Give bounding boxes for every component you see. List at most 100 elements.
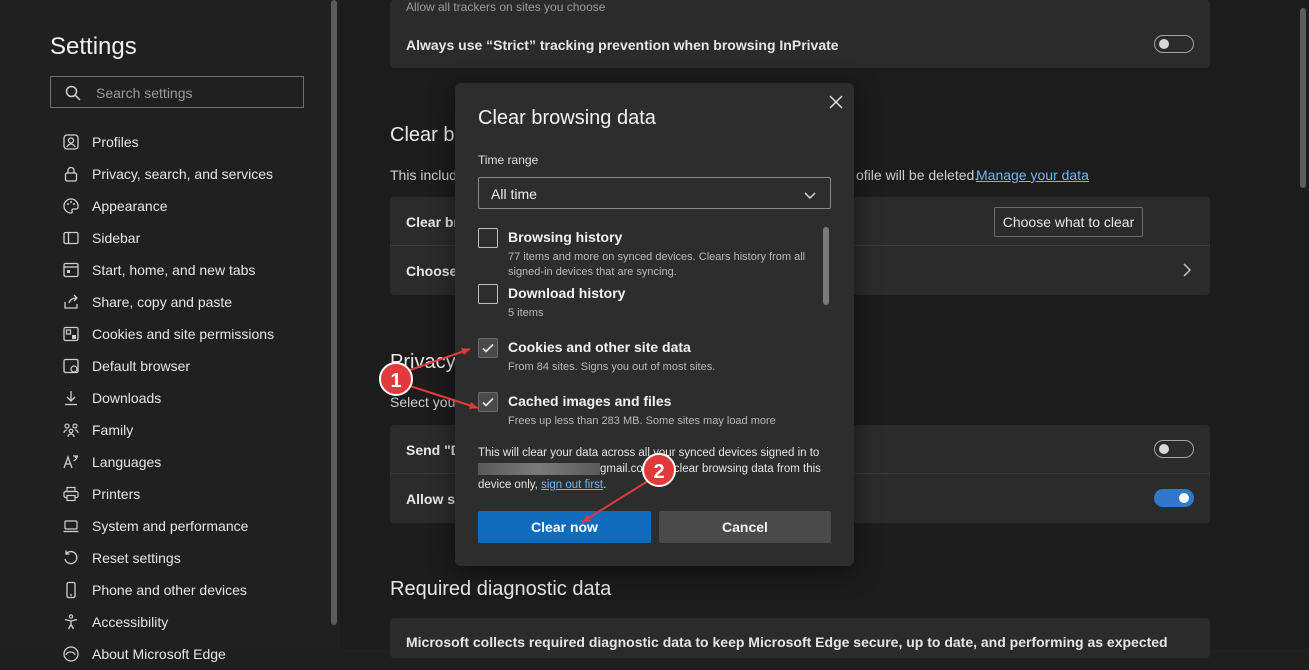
clear-now-row-label: Clear br	[406, 214, 459, 230]
sidebar-item-about[interactable]: About Microsoft Edge	[62, 638, 332, 670]
sidebar-item-default-browser[interactable]: Default browser	[62, 350, 332, 382]
sign-out-first-link[interactable]: sign out first	[541, 479, 603, 491]
sidebar-item-start-home[interactable]: Start, home, and new tabs	[62, 254, 332, 286]
search-icon	[65, 85, 81, 101]
sidebar-item-phone[interactable]: Phone and other devices	[62, 574, 332, 606]
option-desc: Frees up less than 283 MB. Some sites ma…	[508, 415, 776, 427]
choose-what-to-clear-button[interactable]: Choose what to clear	[994, 207, 1143, 237]
chevron-right-icon[interactable]	[1182, 263, 1192, 277]
option-title: Download history	[508, 285, 626, 301]
sidebar-item-label: Downloads	[92, 390, 162, 406]
clear-browsing-data-dialog: Clear browsing data Time range All time …	[455, 83, 854, 566]
sidebar-item-share[interactable]: Share, copy and paste	[62, 286, 332, 318]
browsing-history-checkbox[interactable]	[478, 228, 498, 248]
clear-now-button[interactable]: Clear now	[478, 511, 651, 543]
search-placeholder: Search settings	[96, 85, 193, 101]
inprivate-strict-label: Always use “Strict” tracking prevention …	[406, 37, 839, 53]
tracking-card: Allow all trackers on sites you choose A…	[390, 0, 1210, 68]
sidebar-item-label: Share, copy and paste	[92, 294, 233, 310]
sidebar-item-languages[interactable]: Languages	[62, 446, 332, 478]
sidebar-item-label: About Microsoft Edge	[92, 646, 226, 662]
manage-data-link[interactable]: Manage your data	[976, 167, 1089, 183]
sidebar-item-label: Phone and other devices	[92, 582, 247, 598]
printer-icon	[62, 485, 80, 503]
clear-on-close-row-label: Choose	[406, 263, 458, 279]
download-history-checkbox[interactable]	[478, 284, 498, 304]
sidebar-item-downloads[interactable]: Downloads	[62, 382, 332, 414]
do-not-track-toggle[interactable]	[1154, 440, 1194, 458]
settings-nav: Profiles Privacy, search, and services A…	[62, 126, 332, 670]
redacted-email	[478, 462, 600, 475]
clear-browsing-heading: Clear b	[390, 124, 455, 146]
sidebar-item-label: Reset settings	[92, 550, 181, 566]
allow-sites-toggle[interactable]	[1154, 489, 1194, 507]
note-email-suffix: gmail.com. To clear browsing data from t…	[600, 463, 821, 475]
sidebar-item-family[interactable]: Family	[62, 414, 332, 446]
diagnostic-card: Microsoft collects required diagnostic d…	[390, 618, 1210, 658]
sidebar-item-label: Languages	[92, 454, 162, 470]
dialog-title: Clear browsing data	[478, 107, 656, 129]
sidebar-item-privacy[interactable]: Privacy, search, and services	[62, 158, 332, 190]
option-desc: 5 items	[508, 307, 544, 319]
cookie-icon	[62, 325, 80, 343]
allow-sites-label: Allow si	[406, 491, 459, 507]
time-range-select[interactable]: All time	[478, 177, 831, 209]
settings-sidebar: Settings Search settings Profiles Privac…	[0, 0, 341, 662]
option-desc: From 84 sites. Signs you out of most sit…	[508, 361, 716, 373]
annotation-marker-1: 1	[379, 362, 413, 396]
sidebar-item-reset[interactable]: Reset settings	[62, 542, 332, 574]
search-settings-input[interactable]: Search settings	[50, 76, 304, 108]
checkmark-icon	[482, 397, 494, 407]
option-title: Cookies and other site data	[508, 339, 691, 355]
sidebar-item-cookies[interactable]: Cookies and site permissions	[62, 318, 332, 350]
sidebar-item-label: Printers	[92, 486, 141, 502]
sidebar-icon	[62, 229, 80, 247]
settings-title: Settings	[50, 33, 137, 60]
clear-desc-left: This includ	[390, 167, 457, 183]
sidebar-item-label: Appearance	[92, 198, 168, 214]
close-icon[interactable]	[827, 93, 845, 111]
home-tab-icon	[62, 261, 80, 279]
browser-icon	[62, 357, 80, 375]
note-part2: device only,	[478, 479, 538, 491]
checkmark-icon	[482, 343, 494, 353]
sidebar-item-label: Default browser	[92, 358, 191, 374]
cached-images-checkbox[interactable]	[478, 392, 498, 412]
lock-icon	[62, 165, 80, 183]
profile-icon	[62, 133, 80, 151]
sidebar-item-label: Sidebar	[92, 230, 141, 246]
sidebar-item-label: Privacy, search, and services	[92, 166, 274, 182]
annotation-marker-2: 2	[642, 453, 676, 487]
sidebar-item-label: Start, home, and new tabs	[92, 262, 256, 278]
palette-icon	[62, 197, 80, 215]
inprivate-strict-toggle[interactable]	[1154, 35, 1194, 53]
options-scrollbar[interactable]	[823, 227, 829, 305]
sidebar-item-accessibility[interactable]: Accessibility	[62, 606, 332, 638]
download-icon	[62, 389, 80, 407]
languages-icon	[62, 453, 80, 471]
clear-desc-right: ofile will be deleted.	[856, 167, 979, 183]
option-title: Browsing history	[508, 229, 623, 245]
page-scrollbar[interactable]	[1300, 8, 1306, 188]
laptop-icon	[62, 517, 80, 535]
sidebar-item-label: Cookies and site permissions	[92, 326, 275, 342]
sidebar-item-printers[interactable]: Printers	[62, 478, 332, 510]
sidebar-item-appearance[interactable]: Appearance	[62, 190, 332, 222]
sidebar-item-sidebar[interactable]: Sidebar	[62, 222, 332, 254]
sidebar-item-label: Profiles	[92, 134, 139, 150]
sidebar-item-system[interactable]: System and performance	[62, 510, 332, 542]
share-icon	[62, 293, 80, 311]
diagnostic-heading: Required diagnostic data	[390, 578, 612, 600]
sidebar-item-profiles[interactable]: Profiles	[62, 126, 332, 158]
tracking-subtext: Allow all trackers on sites you choose	[406, 0, 606, 14]
sidebar-item-label: System and performance	[92, 518, 249, 534]
note-end: .	[603, 479, 607, 491]
chevron-down-icon	[804, 188, 816, 199]
option-title: Cached images and files	[508, 393, 672, 409]
family-icon	[62, 421, 80, 439]
cookies-checkbox[interactable]	[478, 338, 498, 358]
sidebar-scrollbar[interactable]	[331, 0, 337, 625]
option-desc: 77 items and more on synced devices. Cle…	[508, 251, 806, 278]
cancel-button[interactable]: Cancel	[659, 511, 831, 543]
time-range-value: All time	[491, 186, 537, 202]
